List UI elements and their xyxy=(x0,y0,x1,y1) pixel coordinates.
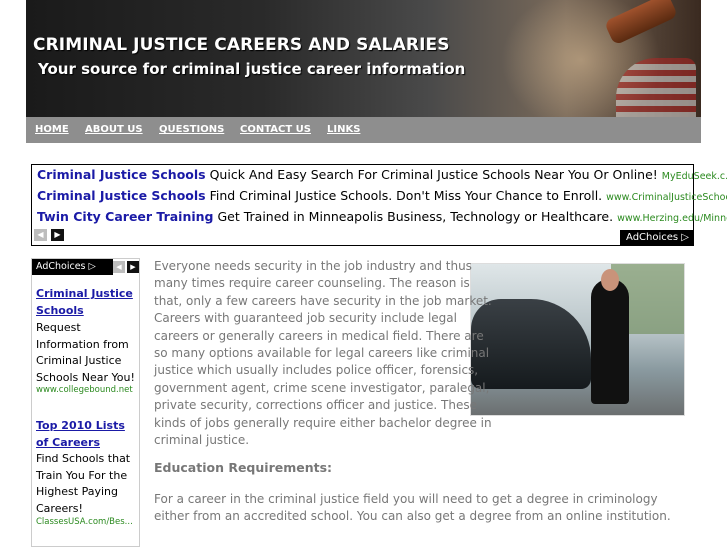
career-photo xyxy=(470,263,685,416)
nav-about-us[interactable]: ABOUT US xyxy=(85,124,143,135)
page: CRIMINAL JUSTICE CAREERS AND SALARIES Yo… xyxy=(26,0,727,547)
sidebar-ad-description: Request Information from Criminal Justic… xyxy=(36,321,135,384)
ad-title[interactable]: Twin City Career Training xyxy=(37,209,213,224)
sidebar-ad-description: Find Schools that Train You For the High… xyxy=(36,452,131,515)
nav-contact-us[interactable]: CONTACT US xyxy=(240,124,311,135)
sidebar-ad-unit: AdChoices ▷ ◀ ▶ Criminal Justice Schools… xyxy=(31,258,140,547)
ad-row[interactable]: Twin City Career Training Get Trained in… xyxy=(37,209,727,224)
chevron-right-icon[interactable]: ▶ xyxy=(51,229,64,241)
ad-description: Find Criminal Justice Schools. Don't Mis… xyxy=(209,188,603,203)
ad-description: Get Trained in Minneapolis Business, Tec… xyxy=(217,209,614,224)
nav-bar: HOME ABOUT US QUESTIONS CONTACT US LINKS xyxy=(26,117,701,143)
chevron-left-icon[interactable]: ◀ xyxy=(113,261,125,273)
ad-title[interactable]: Criminal Justice Schools xyxy=(37,167,206,182)
ad-row[interactable]: Criminal Justice Schools Find Criminal J… xyxy=(37,188,727,203)
sidebar-ad-title[interactable]: Top 2010 Lists of Careers xyxy=(36,417,138,451)
header-banner: CRIMINAL JUSTICE CAREERS AND SALARIES Yo… xyxy=(26,0,701,117)
nav-links[interactable]: LINKS xyxy=(327,124,360,135)
sidebar-ad-url[interactable]: www.collegebound.net xyxy=(36,385,133,395)
intro-paragraph: Everyone needs security in the job indus… xyxy=(154,259,492,448)
ad-url[interactable]: www.CriminalJusticeSchoo... xyxy=(606,192,727,203)
ad-url[interactable]: www.Herzing.edu/Minnea... xyxy=(617,213,727,224)
chevron-right-icon[interactable]: ▶ xyxy=(127,261,139,273)
top-ad-unit: Criminal Justice Schools Quick And Easy … xyxy=(31,164,727,246)
ad-url[interactable]: MyEduSeek.c... xyxy=(662,171,727,182)
education-heading: Education Requirements: xyxy=(154,460,333,475)
site-subtitle: Your source for criminal justice career … xyxy=(38,60,466,78)
nav-questions[interactable]: QUESTIONS xyxy=(159,124,224,135)
ad-description: Quick And Easy Search For Criminal Justi… xyxy=(209,167,658,182)
adchoices-button[interactable]: AdChoices ▷ xyxy=(620,230,693,245)
ad-row[interactable]: Criminal Justice Schools Quick And Easy … xyxy=(37,167,727,182)
sidebar-ad-header: AdChoices ▷ ◀ ▶ xyxy=(32,259,139,275)
education-paragraph: For a career in the criminal justice fie… xyxy=(154,492,671,524)
chevron-left-icon[interactable]: ◀ xyxy=(34,229,47,241)
sidebar-ad-title[interactable]: Criminal Justice Schools xyxy=(36,285,138,319)
site-title: CRIMINAL JUSTICE CAREERS AND SALARIES xyxy=(33,35,450,55)
sidebar-ad-url[interactable]: ClassesUSA.com/Bes... xyxy=(36,517,133,527)
ad-title[interactable]: Criminal Justice Schools xyxy=(37,188,206,203)
adchoices-button[interactable]: AdChoices ▷ xyxy=(32,259,113,275)
nav-home[interactable]: HOME xyxy=(35,124,69,135)
